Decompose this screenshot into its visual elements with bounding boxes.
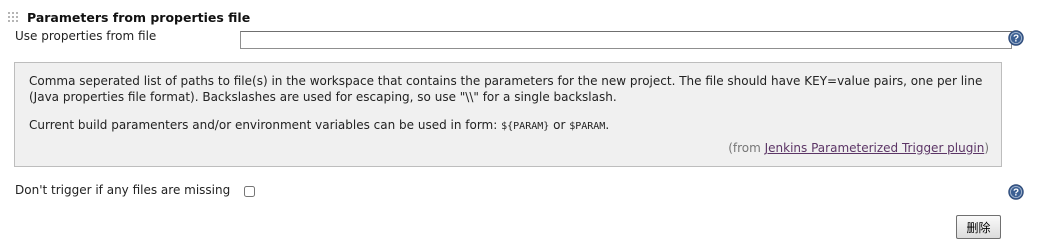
param-plain-code: $PARAM [569,121,606,132]
missing-files-checkbox[interactable] [244,186,255,197]
or-text: or [549,118,570,132]
delete-button[interactable]: 删除 [956,215,1001,239]
help-variables-text: Current build paramenters and/or environ… [29,118,502,132]
section-title: Parameters from properties file [27,10,251,25]
plugin-attribution: (from Jenkins Parameterized Trigger plug… [728,141,989,155]
properties-file-input[interactable] [240,31,1012,49]
help-description: Comma seperated list of paths to file(s)… [29,74,983,104]
from-suffix: ) [984,141,989,155]
svg-text:?: ? [1013,188,1019,199]
help-icon[interactable]: ? [1008,30,1024,46]
properties-file-label: Use properties from file [15,29,157,43]
missing-files-label: Don't trigger if any files are missing [15,183,231,197]
drag-handle-icon[interactable] [8,12,20,24]
help-panel: Comma seperated list of paths to file(s)… [14,62,1002,167]
plugin-link[interactable]: Jenkins Parameterized Trigger plugin [765,141,985,155]
svg-text:?: ? [1013,34,1019,45]
period-text: . [605,118,610,132]
help-icon[interactable]: ? [1008,184,1024,200]
from-prefix: (from [728,141,765,155]
help-variables-note: Current build paramenters and/or environ… [29,117,987,135]
param-braced-code: ${PARAM} [501,121,550,132]
